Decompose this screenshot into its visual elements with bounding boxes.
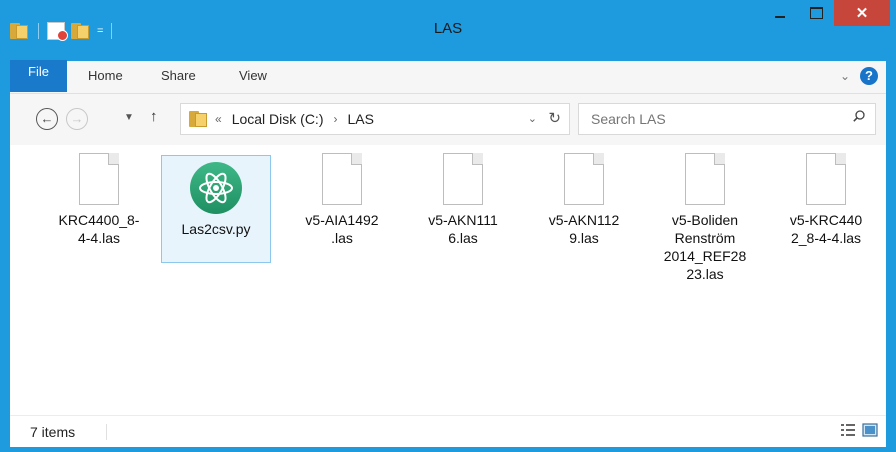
file-item[interactable]: v5-KRC440 2_8-4-4.las xyxy=(771,153,881,247)
document-icon xyxy=(806,153,846,205)
back-button[interactable]: ← xyxy=(36,108,58,130)
file-name-line: 9.las xyxy=(569,230,599,246)
forward-button[interactable]: → xyxy=(66,108,88,130)
maximize-icon xyxy=(809,7,823,19)
file-name-line: 4-4.las xyxy=(77,230,121,246)
document-icon xyxy=(322,153,362,205)
ribbon: File Home Share View ⌄ ? xyxy=(10,60,886,93)
close-icon: ✕ xyxy=(855,5,869,22)
search-icon[interactable] xyxy=(853,110,865,122)
address-dropdown-icon[interactable]: ⌄ xyxy=(528,112,537,125)
file-name-line: v5-AKN112 xyxy=(548,212,620,228)
folder-icon xyxy=(189,111,209,127)
help-icon[interactable]: ? xyxy=(860,67,878,85)
navigation-bar: ← → ▼ ↑ « Local Disk (C:) › LAS ⌄ ↻ xyxy=(10,93,886,146)
file-item[interactable]: v5-AIA1492 .las xyxy=(287,153,397,247)
recent-locations-icon[interactable]: ▼ xyxy=(124,112,134,123)
close-button[interactable]: ✕ xyxy=(834,0,890,26)
file-name-line: .las xyxy=(331,230,353,246)
file-name-line: v5-AIA1492 xyxy=(305,212,379,228)
minimize-icon xyxy=(775,16,785,18)
breadcrumb-las[interactable]: LAS xyxy=(347,111,373,127)
caption-buttons: ✕ xyxy=(762,0,890,26)
file-name: v5-KRC440 2_8-4-4.las xyxy=(771,211,881,247)
status-bar: 7 items xyxy=(10,415,886,447)
file-name-line: 2_8-4-4.las xyxy=(790,230,862,246)
tab-home[interactable]: Home xyxy=(88,61,123,93)
file-name-line: Las2csv.py xyxy=(181,221,251,237)
breadcrumb-local-disk[interactable]: Local Disk (C:) xyxy=(232,111,324,127)
file-name-line: 6.las xyxy=(448,230,478,246)
up-button[interactable]: ↑ xyxy=(150,108,158,125)
file-list[interactable]: KRC4400_8- 4-4.las Las2csv.py v5-AIA1492… xyxy=(10,145,886,415)
file-item[interactable]: KRC4400_8- 4-4.las xyxy=(44,153,154,247)
refresh-icon[interactable]: ↻ xyxy=(548,109,561,127)
file-name-line: v5-Boliden xyxy=(671,212,739,228)
file-name-line: v5-AKN111 xyxy=(428,212,498,228)
item-count: 7 items xyxy=(30,424,76,440)
document-icon xyxy=(685,153,725,205)
maximize-button[interactable] xyxy=(798,0,834,26)
file-name-line: KRC4400_8- xyxy=(58,212,140,228)
large-icons-view-icon[interactable] xyxy=(862,422,878,438)
file-name-line: 23.las xyxy=(686,266,724,282)
file-name-line: Renström xyxy=(674,230,736,246)
file-name-line: v5-KRC440 xyxy=(789,212,863,228)
file-item[interactable]: v5-AKN111 6.las xyxy=(408,153,518,247)
search-box[interactable] xyxy=(578,103,876,135)
breadcrumb: « Local Disk (C:) › LAS xyxy=(215,111,374,127)
file-item[interactable]: v5-AKN112 9.las xyxy=(529,153,639,247)
tab-share[interactable]: Share xyxy=(161,61,196,93)
document-icon xyxy=(79,153,119,205)
address-bar[interactable]: « Local Disk (C:) › LAS ⌄ ↻ xyxy=(180,103,570,135)
file-name: Las2csv.py xyxy=(162,220,270,238)
file-name: v5-AKN111 6.las xyxy=(408,211,518,247)
file-item[interactable]: v5-Boliden Renström 2014_REF28 23.las xyxy=(650,153,760,283)
breadcrumb-overflow-icon[interactable]: « xyxy=(215,112,222,126)
status-separator xyxy=(106,424,107,440)
file-name: v5-Boliden Renström 2014_REF28 23.las xyxy=(650,211,760,283)
title-bar[interactable]: = LAS ✕ xyxy=(0,0,896,61)
breadcrumb-separator-icon[interactable]: › xyxy=(333,112,337,126)
tab-file[interactable]: File xyxy=(10,60,67,92)
explorer-window: = LAS ✕ File Home Share View ⌄ ? ← → ▼ ↑… xyxy=(0,0,896,452)
view-switcher xyxy=(840,422,878,438)
file-name-line: 2014_REF28 xyxy=(663,248,747,264)
atom-icon xyxy=(199,172,233,204)
file-item-selected[interactable]: Las2csv.py xyxy=(161,155,271,263)
search-input[interactable] xyxy=(589,110,833,128)
minimize-button[interactable] xyxy=(762,0,798,26)
file-name: KRC4400_8- 4-4.las xyxy=(44,211,154,247)
file-name: v5-AIA1492 .las xyxy=(287,211,397,247)
file-name: v5-AKN112 9.las xyxy=(529,211,639,247)
expand-ribbon-icon[interactable]: ⌄ xyxy=(840,69,850,83)
ribbon-controls: ⌄ ? xyxy=(840,67,878,85)
tab-view[interactable]: View xyxy=(239,61,267,93)
details-view-icon[interactable] xyxy=(840,422,856,438)
atom-icon xyxy=(190,162,242,214)
document-icon xyxy=(564,153,604,205)
document-icon xyxy=(443,153,483,205)
